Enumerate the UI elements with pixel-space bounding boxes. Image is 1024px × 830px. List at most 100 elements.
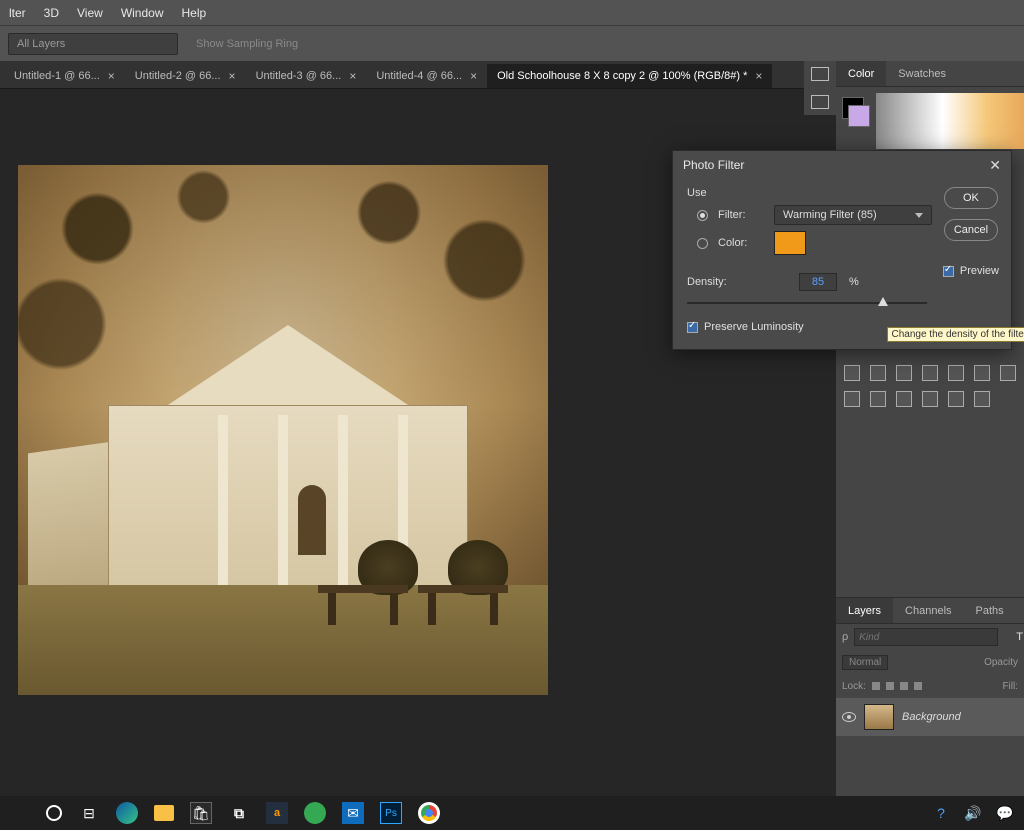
- tooltip: Change the density of the filter effect.: [887, 327, 1024, 342]
- close-icon[interactable]: ×: [349, 69, 356, 83]
- photoshop-icon[interactable]: Ps: [380, 802, 402, 824]
- tab-old-schoolhouse[interactable]: Old Schoolhouse 8 X 8 copy 2 @ 100% (RGB…: [487, 64, 772, 88]
- adjustment-icon[interactable]: [922, 365, 938, 381]
- color-panel-header: Color Swatches: [836, 61, 1024, 87]
- adjustment-icon[interactable]: [844, 391, 860, 407]
- menu-3d[interactable]: 3D: [35, 6, 68, 20]
- edge-icon[interactable]: [116, 802, 138, 824]
- swatches-tab[interactable]: Swatches: [886, 61, 958, 86]
- ok-button[interactable]: OK: [944, 187, 998, 209]
- layers-tab[interactable]: Layers: [836, 598, 893, 623]
- adjustment-icon[interactable]: [844, 365, 860, 381]
- show-sampling-ring[interactable]: Show Sampling Ring: [188, 33, 328, 55]
- adjustment-icon[interactable]: [870, 365, 886, 381]
- opacity-label: Opacity: [984, 657, 1018, 668]
- adjustment-icon[interactable]: [896, 365, 912, 381]
- tab-label: Untitled-1 @ 66...: [14, 70, 100, 82]
- menu-bar: lter 3D View Window Help: [0, 0, 1024, 25]
- adjustment-icon[interactable]: [948, 391, 964, 407]
- tab-untitled-2[interactable]: Untitled-2 @ 66... ×: [125, 64, 246, 88]
- windows-taskbar: ⊟ 🛍 ⧉ a ✉ Ps ? 🔊 💬: [0, 796, 1024, 830]
- close-icon[interactable]: ×: [470, 69, 477, 83]
- tab-untitled-4[interactable]: Untitled-4 @ 66... ×: [366, 64, 487, 88]
- color-radio[interactable]: [697, 238, 708, 249]
- preserve-luminosity-label: Preserve Luminosity: [704, 321, 804, 333]
- cancel-button[interactable]: Cancel: [944, 219, 998, 241]
- tripadvisor-icon[interactable]: [304, 802, 326, 824]
- store-icon[interactable]: 🛍: [190, 802, 212, 824]
- paths-tab[interactable]: Paths: [964, 598, 1016, 623]
- filter-dropdown[interactable]: Warming Filter (85): [774, 205, 932, 225]
- color-tab[interactable]: Color: [836, 61, 886, 86]
- blend-mode-select[interactable]: Normal: [842, 655, 888, 670]
- adjustment-icon[interactable]: [974, 365, 990, 381]
- filter-type-icon[interactable]: T: [1016, 631, 1023, 643]
- lock-icon[interactable]: [900, 682, 908, 690]
- mail-icon[interactable]: ✉: [342, 802, 364, 824]
- amazon-icon[interactable]: a: [266, 802, 288, 824]
- dropbox-icon[interactable]: ⧉: [228, 802, 250, 824]
- tab-label: Untitled-3 @ 66...: [256, 70, 342, 82]
- preserve-luminosity-checkbox[interactable]: [687, 322, 698, 333]
- density-slider[interactable]: [687, 295, 927, 311]
- adjustment-icon[interactable]: [974, 391, 990, 407]
- menu-help[interactable]: Help: [173, 6, 216, 20]
- lock-icon[interactable]: [886, 682, 894, 690]
- layers-panel: Layers Channels Paths ρ T Normal Opacity…: [836, 597, 1024, 796]
- chrome-icon[interactable]: [418, 802, 440, 824]
- help-tray-icon[interactable]: ?: [930, 802, 952, 824]
- tab-label: Old Schoolhouse 8 X 8 copy 2 @ 100% (RGB…: [497, 70, 747, 82]
- collapsed-panel-icons: [804, 61, 836, 115]
- adjustments-icons: [836, 355, 1024, 417]
- filter-radio-label: Filter:: [718, 209, 764, 221]
- filter-radio[interactable]: [697, 210, 708, 221]
- density-input[interactable]: 85: [799, 273, 837, 291]
- options-bar: All Layers Show Sampling Ring: [0, 25, 1024, 61]
- close-icon[interactable]: ×: [755, 69, 762, 83]
- tray-icon[interactable]: 🔊: [962, 802, 984, 824]
- foreground-color-swatch[interactable]: [848, 105, 870, 127]
- layer-thumbnail[interactable]: [864, 704, 894, 730]
- close-icon[interactable]: ×: [229, 69, 236, 83]
- tab-untitled-3[interactable]: Untitled-3 @ 66... ×: [246, 64, 367, 88]
- density-unit: %: [849, 276, 859, 288]
- file-explorer-icon[interactable]: [154, 805, 174, 821]
- search-icon[interactable]: [46, 805, 62, 821]
- tab-label: Untitled-4 @ 66...: [376, 70, 462, 82]
- panel-icon[interactable]: [811, 95, 829, 109]
- adjustment-icon[interactable]: [896, 391, 912, 407]
- color-swatch[interactable]: [774, 231, 806, 255]
- preview-checkbox[interactable]: [943, 266, 954, 277]
- layer-row[interactable]: Background: [836, 698, 1024, 736]
- layer-name: Background: [902, 711, 961, 723]
- color-spectrum[interactable]: [876, 93, 1024, 149]
- adjustment-icon[interactable]: [870, 391, 886, 407]
- dialog-titlebar[interactable]: Photo Filter ✕: [673, 151, 1011, 179]
- menu-filter[interactable]: lter: [0, 6, 35, 20]
- adjustment-icon[interactable]: [1000, 365, 1016, 381]
- layer-filter-input[interactable]: [854, 628, 998, 646]
- fill-label: Fill:: [1002, 681, 1018, 692]
- start-button[interactable]: [8, 802, 30, 824]
- color-panel: [836, 87, 1024, 155]
- adjustment-icon[interactable]: [922, 391, 938, 407]
- panel-icon[interactable]: [811, 67, 829, 81]
- lock-icon[interactable]: [914, 682, 922, 690]
- menu-window[interactable]: Window: [112, 6, 173, 20]
- tab-untitled-1[interactable]: Untitled-1 @ 66... ×: [4, 64, 125, 88]
- close-icon[interactable]: ✕: [989, 157, 1001, 174]
- lock-label: Lock:: [842, 681, 866, 692]
- adjustment-icon[interactable]: [948, 365, 964, 381]
- tab-label: Untitled-2 @ 66...: [135, 70, 221, 82]
- channels-tab[interactable]: Channels: [893, 598, 963, 623]
- menu-view[interactable]: View: [68, 6, 112, 20]
- visibility-icon[interactable]: [842, 712, 856, 722]
- close-icon[interactable]: ×: [108, 69, 115, 83]
- document-image: [18, 165, 548, 695]
- notifications-icon[interactable]: 💬: [994, 802, 1016, 824]
- lock-icon[interactable]: [872, 682, 880, 690]
- color-radio-label: Color:: [718, 237, 764, 249]
- task-view-icon[interactable]: ⊟: [78, 802, 100, 824]
- slider-handle[interactable]: [878, 297, 888, 306]
- sample-layers-dropdown[interactable]: All Layers: [8, 33, 178, 55]
